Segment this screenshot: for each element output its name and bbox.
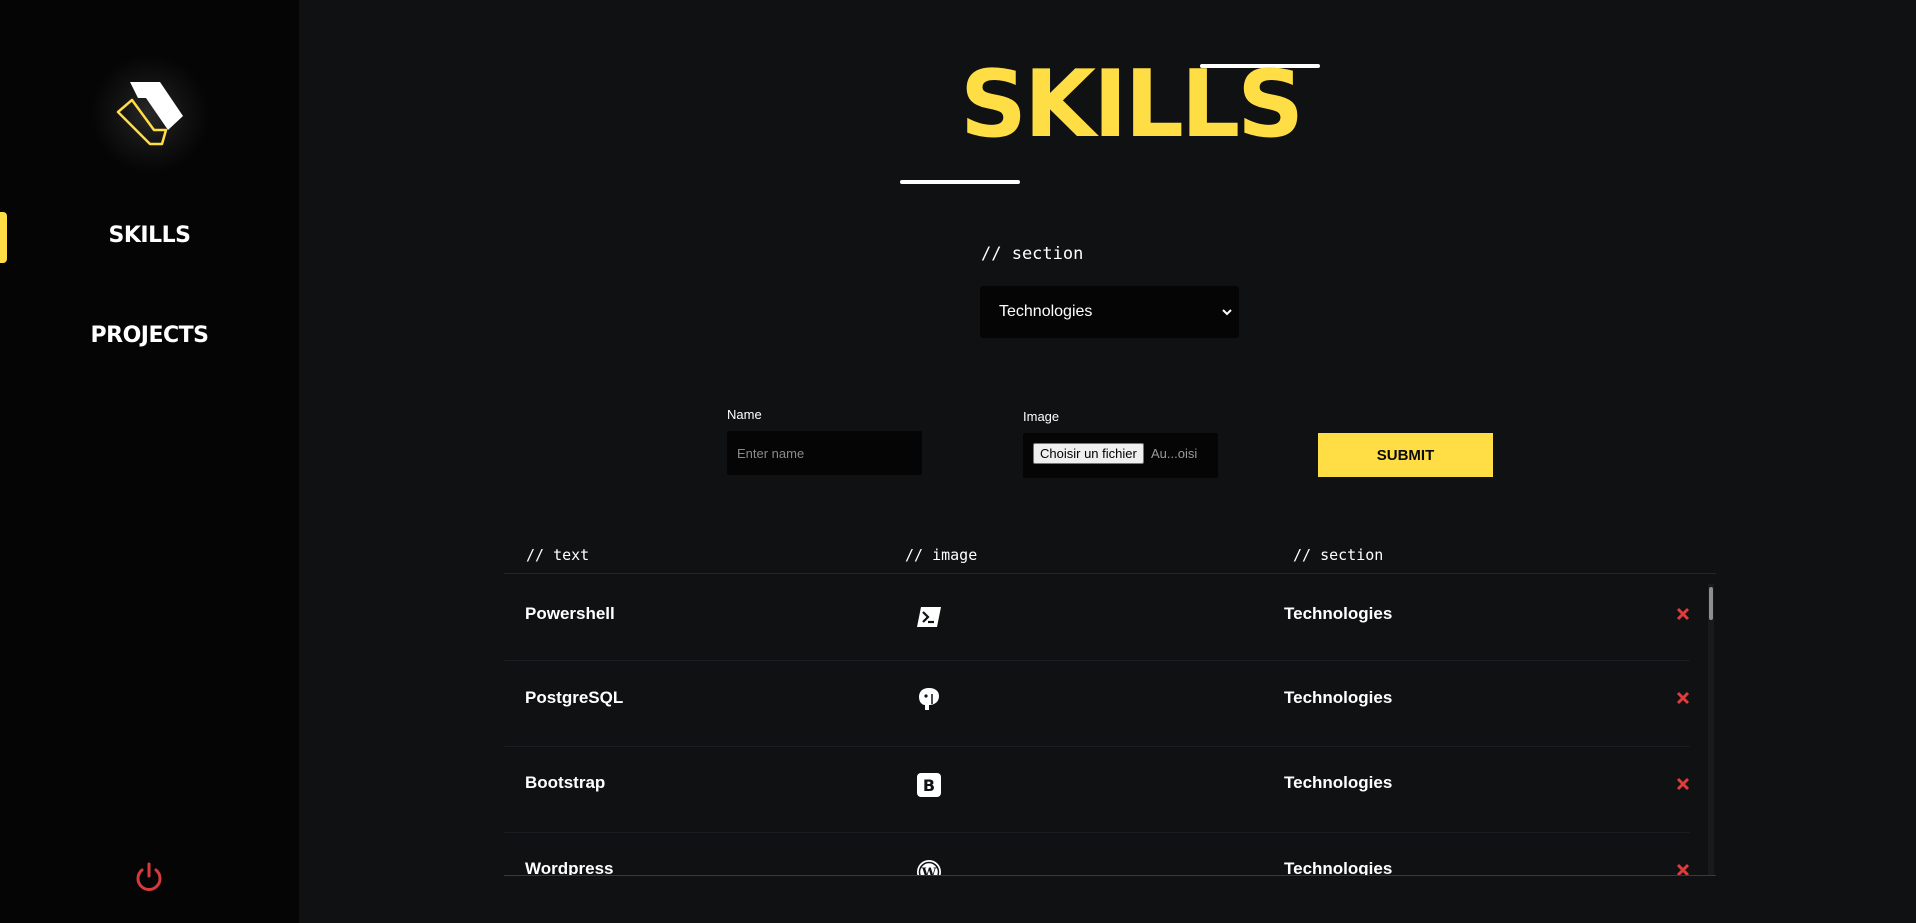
image-file-input[interactable]: Choisir un fichier Au...oisi bbox=[1023, 433, 1218, 478]
cell-text: Powershell bbox=[525, 604, 615, 623]
s-logo-icon bbox=[116, 82, 183, 146]
table-scrollbar[interactable] bbox=[1708, 584, 1714, 875]
sidebar-item-skills[interactable]: SKILLS bbox=[0, 223, 299, 248]
logo[interactable] bbox=[90, 54, 210, 174]
file-status: Au...oisi bbox=[1151, 446, 1198, 461]
delete-button[interactable] bbox=[1676, 691, 1690, 705]
delete-button[interactable] bbox=[1676, 777, 1690, 791]
section-filter-label: // section bbox=[981, 244, 1084, 264]
powershell-icon bbox=[917, 607, 941, 627]
wordpress-icon: W bbox=[917, 860, 941, 875]
page-title: SKILLS bbox=[960, 50, 1304, 158]
name-input[interactable]: Enter name bbox=[727, 431, 922, 475]
cell-text: Wordpress bbox=[525, 859, 614, 875]
svg-text:B: B bbox=[923, 776, 935, 795]
submit-button[interactable]: SUBMIT bbox=[1318, 433, 1493, 477]
table-scrollbar-thumb[interactable] bbox=[1709, 587, 1713, 620]
cell-section: Technologies bbox=[1284, 859, 1393, 875]
postgresql-icon bbox=[919, 688, 939, 710]
bootstrap-icon: B bbox=[917, 773, 941, 797]
svg-text:W: W bbox=[921, 866, 937, 875]
sidebar-item-projects[interactable]: PROJECTS bbox=[0, 323, 299, 348]
delete-button[interactable] bbox=[1676, 607, 1690, 621]
chevron-down-icon bbox=[1222, 309, 1232, 316]
delete-button[interactable] bbox=[1676, 863, 1690, 875]
table-row: Bootstrap B Technologies bbox=[504, 746, 1690, 833]
power-icon bbox=[136, 862, 162, 891]
table-row: PostgreSQL Technologies bbox=[504, 660, 1690, 747]
section-select-value: Technologies bbox=[999, 303, 1093, 320]
title-decoration-bottom bbox=[900, 180, 1020, 184]
cell-text: PostgreSQL bbox=[525, 688, 624, 707]
skills-table: Powershell Technologies PostgreSQL Techn… bbox=[504, 574, 1716, 875]
cell-section: Technologies bbox=[1284, 773, 1393, 792]
cell-section: Technologies bbox=[1284, 604, 1393, 623]
cell-text: Bootstrap bbox=[525, 773, 606, 792]
column-header-image: // image bbox=[905, 546, 978, 564]
column-header-text: // text bbox=[526, 546, 590, 564]
cell-section: Technologies bbox=[1284, 688, 1393, 707]
column-header-section: // section bbox=[1293, 546, 1384, 564]
table-row: Wordpress W Technologies bbox=[504, 832, 1690, 875]
sidebar: SKILLS PROJECTS bbox=[0, 0, 299, 923]
name-label: Name bbox=[727, 407, 762, 422]
table-row: Powershell Technologies bbox=[504, 574, 1690, 661]
table-bottom-divider bbox=[504, 875, 1716, 876]
image-label: Image bbox=[1023, 409, 1060, 424]
section-select[interactable]: Technologies bbox=[980, 286, 1239, 338]
name-input-placeholder: Enter name bbox=[737, 446, 805, 461]
choose-file-button[interactable]: Choisir un fichier bbox=[1033, 443, 1144, 464]
logout-button[interactable] bbox=[133, 861, 165, 893]
